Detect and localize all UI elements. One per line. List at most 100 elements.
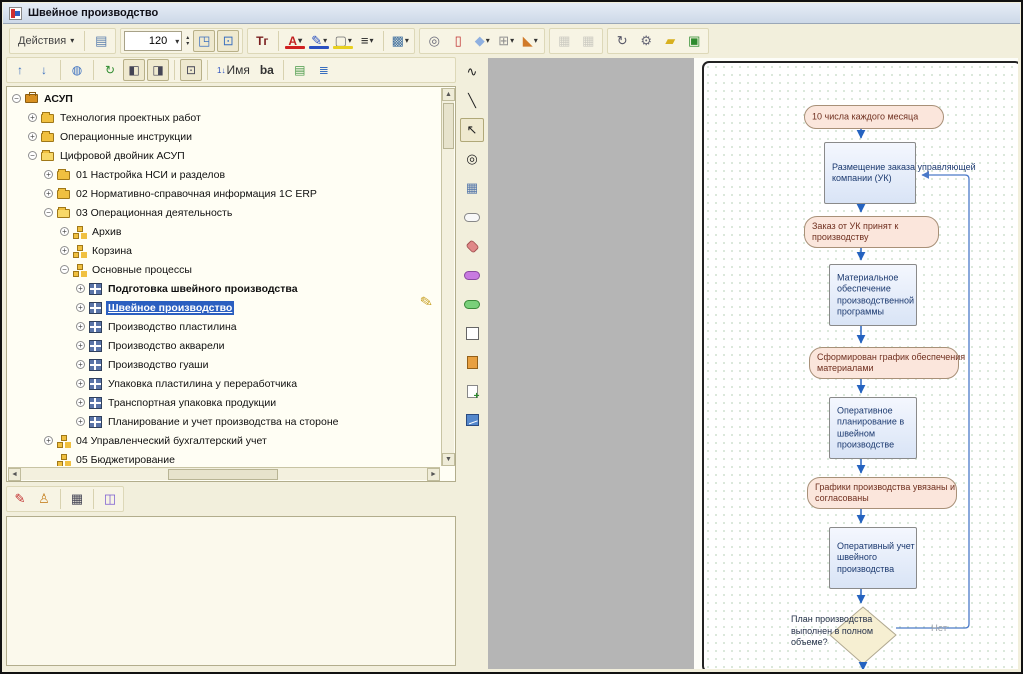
expander-icon[interactable]: + — [76, 341, 85, 350]
expander-icon[interactable]: + — [60, 246, 69, 255]
tree-config-button[interactable]: ≣ — [313, 59, 335, 81]
tree-item[interactable]: +Упаковка пластилина у переработчика — [8, 374, 440, 393]
caret-down-icon[interactable]: ▾ — [486, 36, 490, 45]
chart-tool[interactable] — [460, 408, 484, 432]
flowchart-node-process[interactable]: Материальное обеспечение производственно… — [829, 264, 917, 326]
expander-icon[interactable]: + — [76, 360, 85, 369]
pointer-tool[interactable]: ↖ — [460, 118, 484, 142]
scroll-down-button[interactable]: ▼ — [442, 453, 455, 466]
preview-button[interactable]: ⊡ — [217, 30, 239, 52]
add-item-button[interactable]: ▣ — [683, 30, 705, 52]
decision-shape-tool[interactable] — [460, 234, 484, 258]
service-button[interactable]: ⚙ — [635, 30, 657, 52]
polygon-button[interactable]: ◆▾ — [471, 30, 493, 52]
expander-icon[interactable]: + — [76, 417, 85, 426]
scroll-left-button[interactable]: ◄ — [8, 468, 21, 481]
flowchart-page[interactable]: 10 числа каждого месяца Размещение заказ… — [702, 61, 1018, 669]
caret-down-icon[interactable]: ▾ — [348, 36, 352, 45]
eraser-button[interactable]: ▰ — [659, 30, 681, 52]
caret-down-icon[interactable]: ▾ — [370, 36, 374, 45]
tree-item[interactable]: +Подготовка швейного производства — [8, 279, 440, 298]
cone-button[interactable]: ◣▾ — [519, 30, 541, 52]
tree-item[interactable]: +Транспортная упаковка продукции — [8, 393, 440, 412]
flowchart-node-event[interactable]: Заказ от УК принят к производству — [804, 216, 939, 248]
tree-item[interactable]: −Цифровой двойник АСУП — [8, 146, 440, 165]
expander-icon[interactable]: − — [28, 151, 37, 160]
connector-tool[interactable]: ∿ — [460, 60, 484, 84]
layers-button[interactable]: ◫ — [99, 488, 121, 510]
line-style-button[interactable]: ≡▾ — [356, 30, 378, 52]
scroll-right-button[interactable]: ► — [427, 468, 440, 481]
level-collapse-button[interactable]: ◧ — [123, 59, 145, 81]
flowchart-node-event[interactable]: Сформирован график обеспечения материала… — [809, 347, 959, 379]
zoom-input[interactable]: 120 ▾ — [124, 31, 182, 51]
tree-item[interactable]: +Производство акварели — [8, 336, 440, 355]
expander-icon[interactable]: − — [12, 94, 21, 103]
scroll-thumb[interactable] — [168, 469, 278, 480]
document-button[interactable]: ▯ — [447, 30, 469, 52]
expander-icon[interactable]: + — [28, 113, 37, 122]
expander-icon[interactable]: + — [60, 227, 69, 236]
move-down-button[interactable]: ↓ — [33, 59, 55, 81]
flowchart-node-start[interactable]: 10 числа каждого месяца — [804, 105, 944, 129]
refresh-button[interactable]: ↻ — [99, 59, 121, 81]
tree-item[interactable]: +Производство пластилина — [8, 317, 440, 336]
level-expand-button[interactable]: ◨ — [147, 59, 169, 81]
flowchart-node-process[interactable]: Размещение заказа управляющей компании (… — [824, 142, 916, 204]
expander-icon[interactable]: − — [44, 208, 53, 217]
expander-icon[interactable]: + — [76, 379, 85, 388]
edit-button[interactable]: ✎ — [9, 488, 31, 510]
sort-alpha-button[interactable]: ba — [256, 59, 278, 81]
caret-down-icon[interactable]: ▾ — [298, 36, 302, 45]
tree-item-asup[interactable]: −АСУП — [8, 89, 440, 108]
add-page-tool[interactable] — [460, 379, 484, 403]
rotate-button[interactable]: ↻ — [611, 30, 633, 52]
note-shape-tool[interactable] — [460, 350, 484, 374]
figure-button[interactable]: ♙ — [33, 488, 55, 510]
expander-icon[interactable]: + — [44, 436, 53, 445]
scroll-thumb[interactable] — [443, 103, 454, 149]
expander-icon[interactable]: + — [76, 322, 85, 331]
fit-contents-button[interactable]: ◳ — [193, 30, 215, 52]
tree-horizontal-scrollbar[interactable]: ◄ ► — [8, 467, 440, 480]
fill-color-button[interactable]: ▢▾ — [332, 30, 354, 52]
expander-icon[interactable]: + — [76, 398, 85, 407]
caret-down-icon[interactable]: ▾ — [405, 36, 409, 45]
point-button[interactable]: ◎ — [423, 30, 445, 52]
flowchart-node-process[interactable]: Оперативное планирование в швейном произ… — [829, 397, 917, 459]
rectangle-shape-tool[interactable] — [460, 321, 484, 345]
print-button[interactable]: ▤ — [90, 30, 112, 52]
tree-item[interactable]: +01 Настройка НСИ и разделов — [8, 165, 440, 184]
scroll-up-button[interactable]: ▲ — [442, 88, 455, 101]
tree-item[interactable]: +02 Нормативно-справочная информация 1С … — [8, 184, 440, 203]
tree-item[interactable]: +Операционные инструкции — [8, 127, 440, 146]
tree-item[interactable]: +Планирование и учет производства на сто… — [8, 412, 440, 431]
actions-button[interactable]: Действия ▾ — [13, 30, 79, 52]
caret-down-icon[interactable]: ▾ — [510, 36, 514, 45]
tree-item[interactable]: −03 Операционная деятельность — [8, 203, 440, 222]
expander-icon[interactable]: + — [28, 132, 37, 141]
expander-icon[interactable]: + — [44, 170, 53, 179]
flowchart-node-process[interactable]: Оперативный учет швейного производства — [829, 527, 917, 589]
expander-icon[interactable]: − — [60, 265, 69, 274]
process-shape-tool[interactable] — [460, 292, 484, 316]
tree-item-selected[interactable]: +Швейное производство — [8, 298, 440, 317]
tree-item[interactable]: +Технология проектных работ — [8, 108, 440, 127]
caret-down-icon[interactable]: ▾ — [534, 36, 538, 45]
expander-icon[interactable]: + — [44, 189, 53, 198]
tree-item[interactable]: +Корзина — [8, 241, 440, 260]
tree-item[interactable]: +Архив — [8, 222, 440, 241]
tree-item[interactable]: +04 Управленческий бухгалтерский учет — [8, 431, 440, 450]
ellipse-shape-tool[interactable] — [460, 263, 484, 287]
line-color-button[interactable]: ✎▾ — [308, 30, 330, 52]
zoom-spinner[interactable]: ▴ ▾ — [184, 35, 191, 47]
scheme-block-tool[interactable]: ▦ — [460, 176, 484, 200]
flowchart-node-event[interactable]: Графики производства увязаны и согласова… — [807, 477, 957, 509]
tree-vertical-scrollbar[interactable]: ▲ ▼ — [441, 88, 454, 466]
scheme-button[interactable]: ▦ — [66, 488, 88, 510]
search-button[interactable]: ◍ — [66, 59, 88, 81]
font-color-button[interactable]: А▾ — [284, 30, 306, 52]
scheme-workspace[interactable]: 10 числа каждого месяца Размещение заказ… — [488, 58, 1018, 669]
stadium-shape-tool[interactable] — [460, 205, 484, 229]
select-tool[interactable]: ◎ — [460, 147, 484, 171]
